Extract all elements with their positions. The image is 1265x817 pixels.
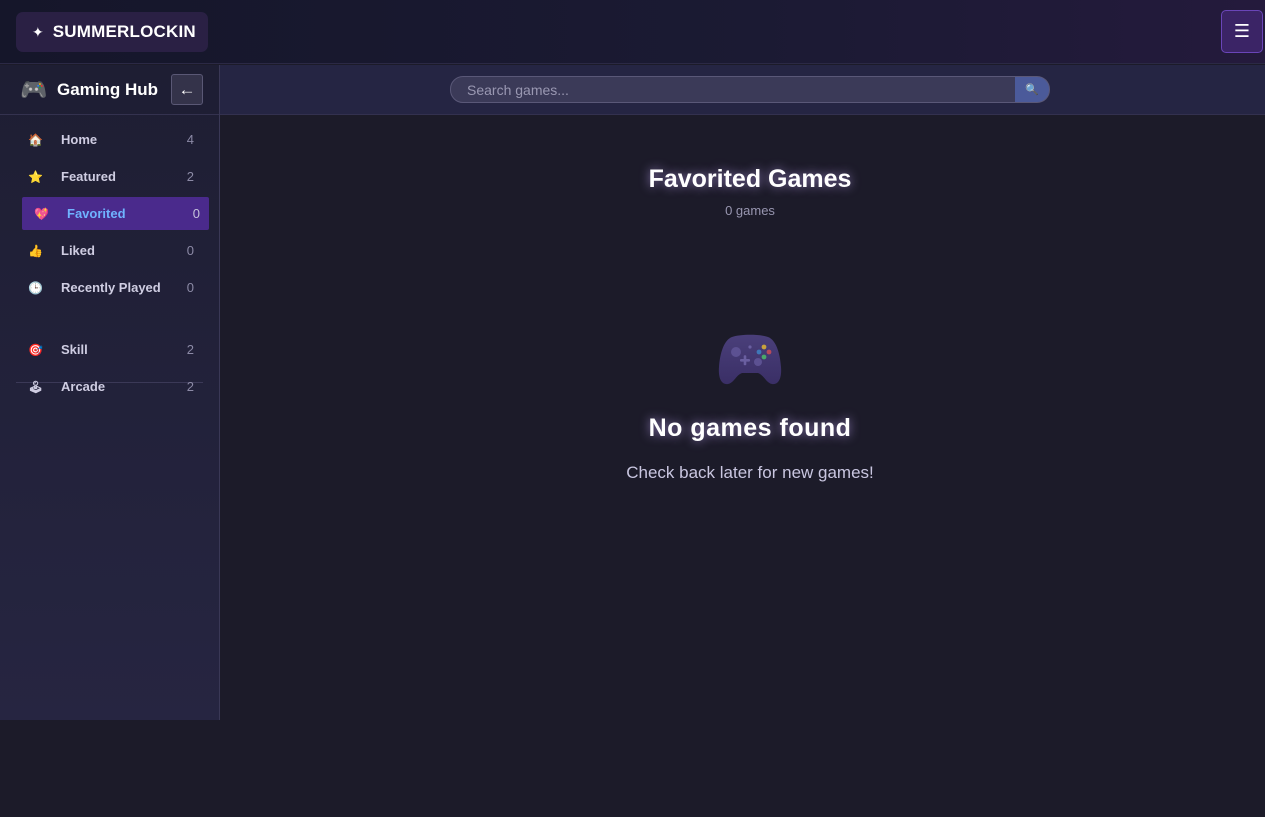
sidebar-item-arcade[interactable]: 🕹 Arcade 2 bbox=[22, 370, 209, 403]
empty-state-title: No games found bbox=[648, 414, 852, 442]
sidebar-item-count: 4 bbox=[186, 132, 194, 147]
arrow-left-icon: ← bbox=[178, 79, 196, 99]
gamepad-icon bbox=[718, 334, 782, 385]
sparkle-icon: ✦ bbox=[32, 24, 44, 40]
sidebar-item-count: 2 bbox=[186, 379, 194, 394]
hamburger-menu-button[interactable]: ☰ bbox=[1221, 10, 1263, 53]
gamepad-icon: 🎮 bbox=[20, 76, 48, 102]
sidebar-item-featured[interactable]: ⭐ Featured 2 bbox=[22, 160, 209, 193]
sidebar-item-label: Recently Played bbox=[61, 280, 161, 295]
collapse-sidebar-button[interactable]: ← bbox=[171, 74, 203, 105]
house-icon: 🏠 bbox=[28, 132, 43, 147]
thumbs-up-icon: 👍 bbox=[28, 243, 43, 258]
top-bar: ✦ SUMMERLOCKIN ☰ bbox=[0, 0, 1265, 64]
search-icon: 🔍 bbox=[1025, 84, 1039, 96]
page-title: Favorited Games bbox=[648, 165, 852, 193]
sidebar-item-recently-played[interactable]: 🕒 Recently Played 0 bbox=[22, 271, 209, 304]
sidebar-item-count: 2 bbox=[186, 342, 194, 357]
menu-icon: ☰ bbox=[1233, 21, 1251, 41]
star-icon: ⭐ bbox=[28, 169, 43, 184]
sidebar-item-label: Arcade bbox=[61, 379, 106, 394]
empty-state-text: Check back later for new games! bbox=[626, 463, 874, 482]
clock-icon: 🕒 bbox=[28, 280, 43, 295]
sidebar-title: Gaming Hub bbox=[57, 79, 159, 99]
search-button[interactable]: 🔍 bbox=[1015, 76, 1050, 103]
search-input[interactable] bbox=[450, 76, 1016, 103]
target-icon: 🎯 bbox=[28, 342, 43, 357]
games-count: 0 games bbox=[725, 203, 775, 218]
sidebar-header: 🎮 Gaming Hub ← bbox=[0, 65, 219, 115]
sidebar-item-label: Skill bbox=[61, 342, 88, 357]
joystick-icon: 🕹 bbox=[28, 379, 44, 394]
sidebar-item-label: Featured bbox=[61, 169, 116, 184]
sidebar-item-label: Liked bbox=[61, 243, 95, 258]
sidebar: 🎮 Gaming Hub ← 🏠 Home 4 ⭐ Featured 2 💖 F… bbox=[0, 65, 220, 720]
sidebar-item-count: 0 bbox=[192, 206, 200, 221]
sidebar-item-count: 0 bbox=[186, 280, 194, 295]
sidebar-item-skill[interactable]: 🎯 Skill 2 bbox=[22, 333, 209, 366]
sidebar-item-count: 0 bbox=[186, 243, 194, 258]
sidebar-item-liked[interactable]: 👍 Liked 0 bbox=[22, 234, 209, 267]
sidebar-item-count: 2 bbox=[186, 169, 194, 184]
search-bar: 🔍 bbox=[220, 65, 1265, 115]
sidebar-item-label: Home bbox=[61, 132, 98, 147]
brand-logo[interactable]: ✦ SUMMERLOCKIN bbox=[16, 12, 208, 52]
brand-name: SUMMERLOCKIN bbox=[52, 22, 196, 41]
heart-icon: 💖 bbox=[34, 206, 49, 221]
sidebar-item-favorited[interactable]: 💖 Favorited 0 bbox=[22, 197, 209, 230]
sidebar-item-label: Favorited bbox=[67, 206, 126, 221]
sidebar-item-home[interactable]: 🏠 Home 4 bbox=[22, 123, 209, 156]
